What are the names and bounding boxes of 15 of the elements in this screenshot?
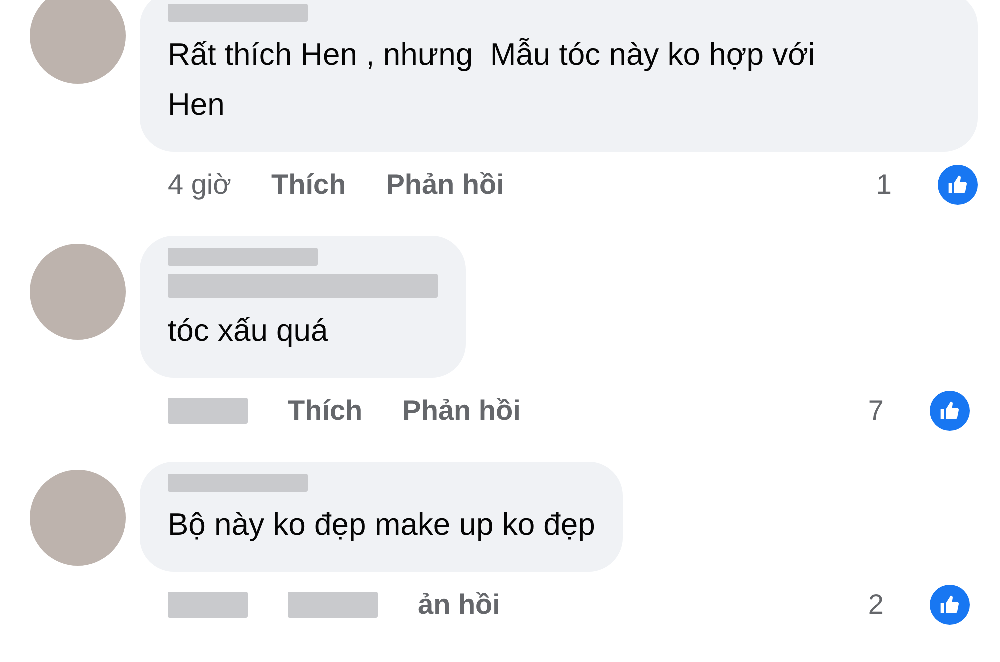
comment-text: Bộ này ko đẹp make up ko đẹp — [168, 506, 596, 544]
comment-text: Rất thích Hen , nhưng Mẫu tóc này ko hợp với Hen — [168, 36, 816, 124]
comment-action-link[interactable]: Thích — [288, 395, 363, 427]
like-count: 1 — [876, 169, 892, 201]
like-count: 2 — [868, 589, 884, 621]
thumbs-up-icon — [938, 165, 978, 205]
thumbs-up-icon — [930, 585, 970, 625]
comment-time: 4 giờ — [168, 169, 232, 201]
thumbs-up-icon — [930, 391, 970, 431]
comment-text: tóc xấu quá — [168, 312, 330, 350]
comment-action-link[interactable]: Phản hồi — [386, 169, 504, 201]
comment-action-link[interactable]: Thích — [272, 169, 346, 201]
comment-action-link[interactable]: Phản hồi — [402, 395, 521, 427]
like-count: 7 — [868, 395, 884, 427]
comment-action-link[interactable]: ản hồi — [418, 589, 500, 621]
